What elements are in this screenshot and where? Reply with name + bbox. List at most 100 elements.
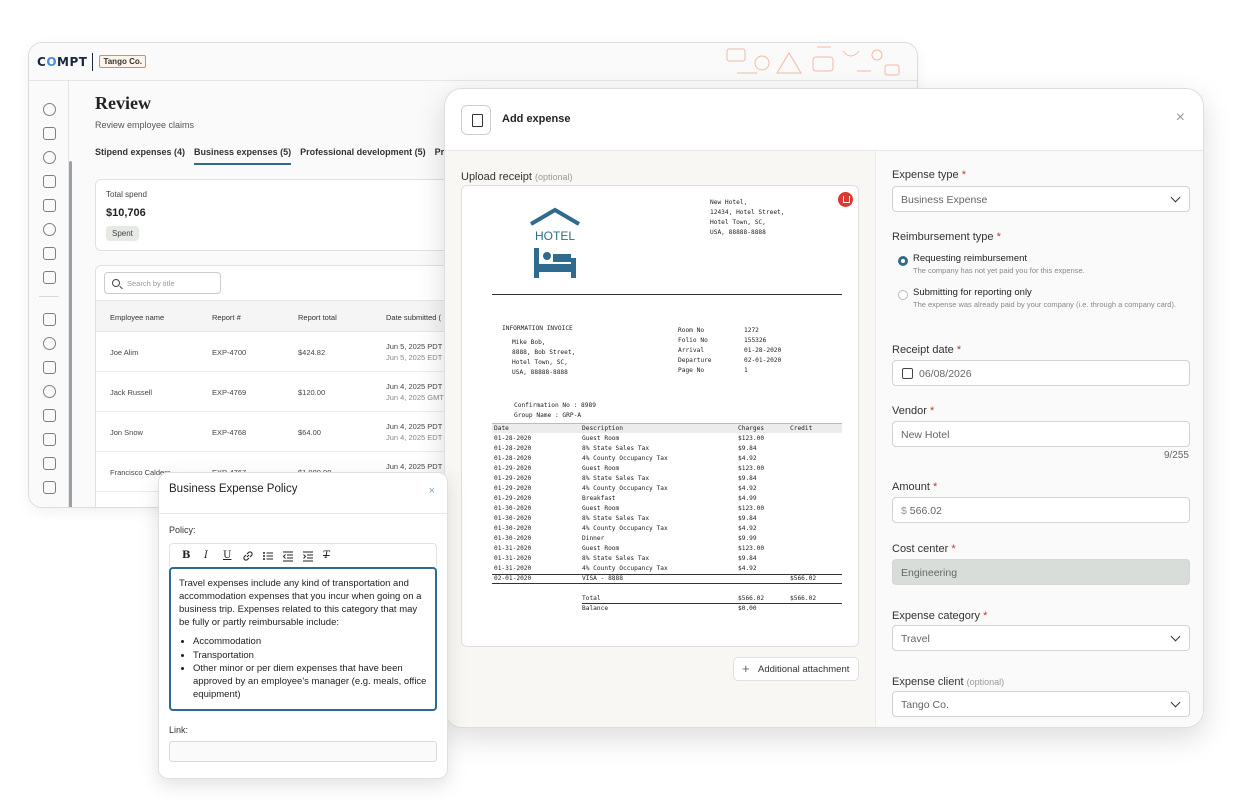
receipt-date-input[interactable]: 06/08/2026	[892, 360, 1190, 386]
receipt-panel: Upload receipt (optional) HOTEL New Hote…	[445, 151, 875, 727]
receipt-line-date: 01-29-2020	[494, 485, 532, 492]
expense-type-value: Business Expense	[901, 194, 988, 206]
reimbursement-type-label: Reimbursement type *	[892, 231, 1001, 243]
compt-logo[interactable]: COMPT	[37, 55, 87, 69]
rail-scrollbar[interactable]	[69, 161, 72, 507]
amount-input[interactable]: $ 566.02	[892, 497, 1190, 523]
expense-category-value: Travel	[901, 633, 930, 645]
balance-divider	[582, 603, 842, 604]
col-date-submitted[interactable]: Date submitted (	[386, 313, 441, 322]
total-credit: $566.02	[790, 595, 817, 602]
additional-attachment-button[interactable]: + Additional attachment	[733, 657, 859, 681]
receipt-line-desc: 4% County Occupancy Tax	[582, 565, 668, 572]
indent-icon[interactable]	[302, 550, 314, 562]
clear-format-icon[interactable]: T	[323, 550, 330, 561]
tab-stipend-expenses[interactable]: Stipend expenses (4)	[95, 147, 185, 165]
col-report-total[interactable]: Report total	[298, 313, 337, 322]
book-icon[interactable]	[43, 127, 56, 140]
search-icon	[112, 279, 120, 287]
col-employee-name[interactable]: Employee name	[110, 313, 164, 322]
radio-requesting-reimbursement[interactable]	[898, 256, 908, 266]
receipt-line-desc: Guest Room	[582, 465, 620, 472]
close-icon[interactable]: ×	[1176, 109, 1185, 127]
analytics-icon[interactable]	[43, 361, 56, 374]
cost-center-value: Engineering	[901, 567, 958, 579]
table-row[interactable]: Jack Russell EXP-4769 $120.00 Jun 4, 202…	[96, 372, 454, 412]
chevron-down-icon	[1170, 697, 1181, 708]
receipt-line-desc: Guest Room	[582, 435, 620, 442]
vendor-value: New Hotel	[901, 429, 950, 441]
list-item: Other minor or per diem expenses that ha…	[193, 662, 427, 701]
plus-icon: +	[742, 661, 750, 676]
chevron-down-icon	[1170, 192, 1181, 203]
date-submitted-local: Jun 5, 2025 EDT	[386, 353, 443, 362]
col-report-number[interactable]: Report #	[212, 313, 241, 322]
charges-header: Date Description Charges Credit	[492, 423, 842, 433]
outdent-icon[interactable]	[282, 550, 294, 562]
database-icon[interactable]	[43, 457, 56, 470]
rewards-icon[interactable]	[43, 103, 56, 116]
underline-icon[interactable]: U	[223, 550, 231, 561]
link-icon[interactable]	[242, 550, 254, 562]
chat-icon[interactable]	[43, 151, 56, 164]
card-icon[interactable]	[43, 481, 56, 494]
total-charges: $566.02	[738, 595, 765, 602]
expense-client-select[interactable]: Tango Co.	[892, 691, 1190, 717]
alert-icon[interactable]	[43, 247, 56, 260]
table-row[interactable]: Jon Snow EXP-4768 $64.00 Jun 4, 2025 PDT…	[96, 412, 454, 452]
report-icon[interactable]	[43, 313, 56, 326]
link-input[interactable]	[169, 741, 437, 762]
chart-icon[interactable]	[43, 409, 56, 422]
review-header: Review Review employee claims	[95, 93, 194, 130]
radio-reporting-only[interactable]	[898, 290, 908, 300]
date-submitted: Jun 4, 2025 PDT	[386, 382, 443, 391]
receipt-line-desc: Guest Room	[582, 505, 620, 512]
decorative-doodle-icon	[726, 46, 900, 76]
vendor-input[interactable]: New Hotel	[892, 421, 1190, 447]
list-item: Transportation	[193, 649, 427, 662]
receipt-line-date: 01-30-2020	[494, 515, 532, 522]
message-icon[interactable]	[43, 199, 56, 212]
calendar-icon	[902, 368, 913, 379]
table-row[interactable]: Joe Alim EXP-4700 $424.82 Jun 5, 2025 PD…	[96, 332, 454, 372]
cost-center-label: Cost center *	[892, 543, 956, 555]
receipt-line-date: 01-28-2020	[494, 455, 532, 462]
settings-icon[interactable]	[43, 337, 56, 350]
receipt-preview[interactable]: HOTEL New Hotel, 12434, Hotel Street, Ho…	[461, 185, 859, 647]
tab-business-expenses[interactable]: Business expenses (5)	[194, 147, 292, 165]
policy-label: Policy:	[169, 525, 196, 535]
italic-icon[interactable]: I	[204, 550, 208, 561]
policy-bullets: Accommodation Transportation Other minor…	[193, 635, 427, 701]
bullet-list-icon[interactable]	[262, 550, 274, 562]
confirmation-number: Confirmation No : 8989	[514, 402, 596, 409]
business-expense-policy-card: Business Expense Policy × Policy: B I U …	[158, 472, 448, 779]
search-input[interactable]: Search by title	[104, 272, 221, 294]
total-spend-card: Total spend $10,706 Spent	[95, 179, 455, 251]
requesting-reimbursement-label[interactable]: Requesting reimbursement	[913, 253, 1027, 264]
shopping-bag-icon[interactable]	[43, 175, 56, 188]
receipt-line-date: 01-30-2020	[494, 535, 532, 542]
expense-category-select[interactable]: Travel	[892, 625, 1190, 651]
receipt-line-date: 01-30-2020	[494, 525, 532, 532]
employee-name: Jack Russell	[110, 388, 153, 397]
bold-icon[interactable]: B	[182, 550, 190, 561]
briefcase-icon[interactable]	[43, 433, 56, 446]
policy-editor[interactable]: Travel expenses include any kind of tran…	[169, 567, 437, 711]
tab-professional-development[interactable]: Professional development (5)	[300, 147, 426, 165]
copy-icon[interactable]	[43, 271, 56, 284]
policy-divider	[159, 513, 447, 514]
modal-header: Add expense ×	[445, 89, 1203, 151]
receipt-line-charge: $123.00	[738, 505, 765, 512]
close-icon[interactable]: ×	[429, 485, 435, 497]
reporting-only-label[interactable]: Submitting for reporting only	[913, 287, 1032, 298]
page-title: Review	[95, 93, 151, 113]
list-item: Accommodation	[193, 635, 427, 648]
receipt-line-charge: $4.92	[738, 455, 757, 462]
receipt-line-date: 01-29-2020	[494, 475, 532, 482]
discount-icon[interactable]	[43, 223, 56, 236]
receipt-date-value: 06/08/2026	[919, 368, 972, 380]
delete-receipt-button[interactable]	[838, 192, 853, 207]
date-submitted-local: Jun 4, 2025 GMT	[386, 393, 444, 402]
expense-type-select[interactable]: Business Expense	[892, 186, 1190, 212]
users-icon[interactable]	[43, 385, 56, 398]
